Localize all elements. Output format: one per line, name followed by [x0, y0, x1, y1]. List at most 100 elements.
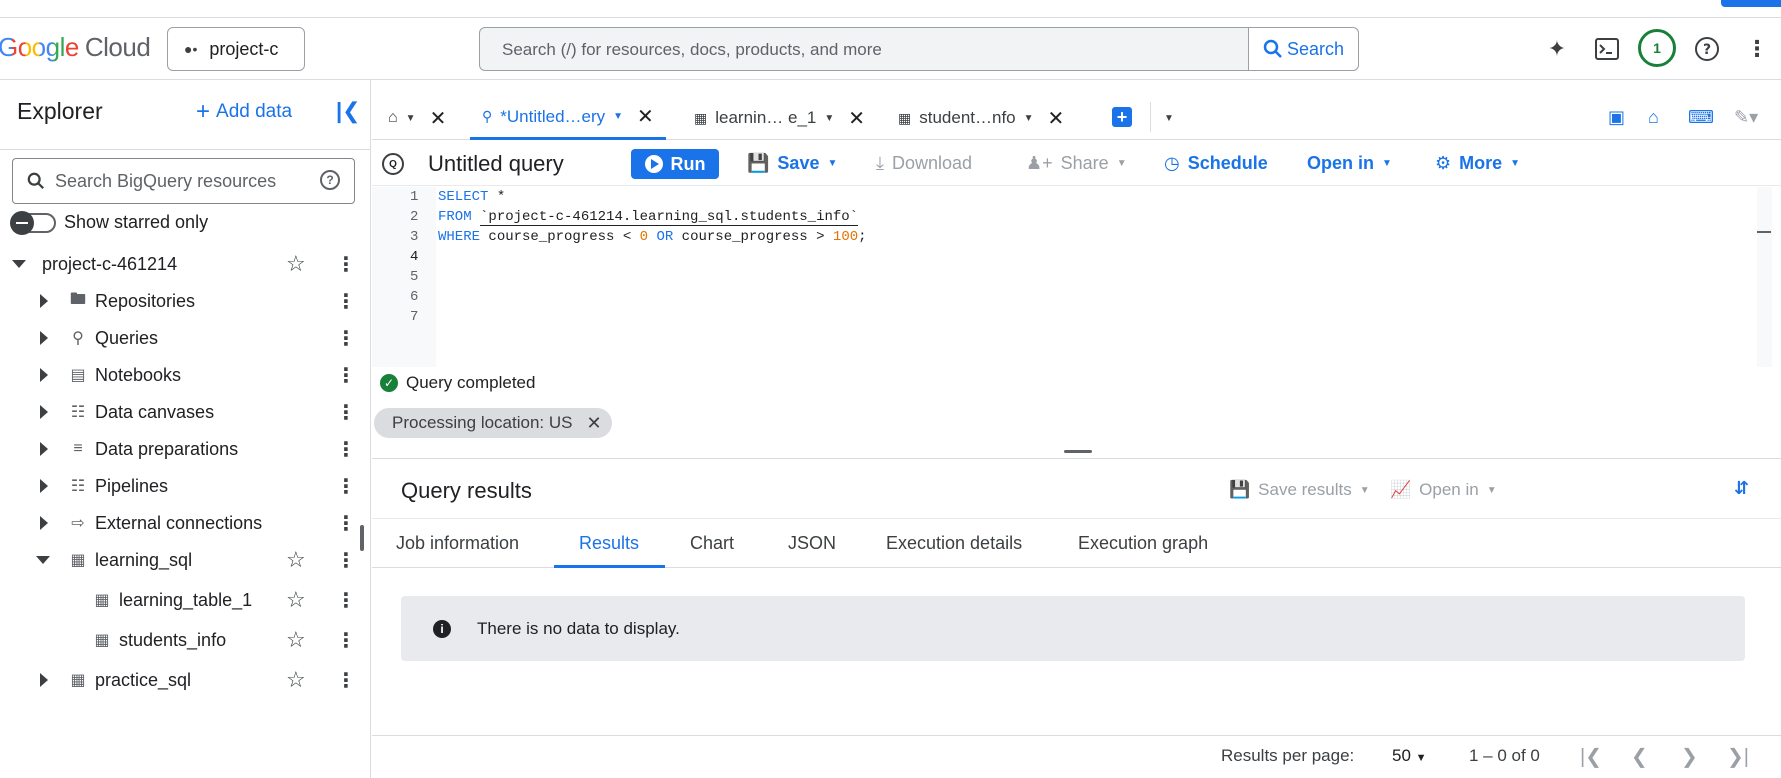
- edit-icon[interactable]: ✎▾: [1734, 107, 1758, 128]
- schedule-button[interactable]: ◷ Schedule: [1164, 153, 1268, 174]
- tree-item-students-info[interactable]: ▦ students_info ☆ ⋮: [0, 622, 371, 658]
- chevron-down-icon[interactable]: ▼: [613, 111, 623, 122]
- google-cloud-logo[interactable]: Google Cloud: [0, 32, 151, 63]
- more-button[interactable]: ⚙ More ▼: [1435, 153, 1520, 174]
- help-icon[interactable]: ?: [1690, 32, 1724, 66]
- share-button[interactable]: ♟+ Share ▼: [1026, 153, 1127, 174]
- tree-item-learning-table-1[interactable]: ▦ learning_table_1 ☆ ⋮: [0, 582, 371, 618]
- caret-down-icon[interactable]: [36, 556, 50, 564]
- explorer-search-input[interactable]: Search BigQuery resources ?: [12, 158, 355, 204]
- tab-chart[interactable]: Chart: [690, 533, 734, 554]
- close-icon[interactable]: ✕: [430, 106, 447, 131]
- chevron-down-icon[interactable]: ▼: [824, 113, 834, 124]
- star-icon[interactable]: ☆: [286, 667, 306, 693]
- results-per-page-select[interactable]: 50 ▼: [1392, 746, 1427, 766]
- more-vert-icon[interactable]: ⋮: [336, 252, 356, 277]
- download-button[interactable]: ⤓ Download: [876, 153, 972, 174]
- save-button[interactable]: 💾 Save ▼: [747, 153, 837, 174]
- tree-item-repositories[interactable]: 🖿 Repositories ⋮: [0, 283, 371, 319]
- run-button[interactable]: Run: [631, 149, 719, 179]
- tree-item-queries[interactable]: ⚲ Queries ⋮: [0, 320, 371, 356]
- star-icon[interactable]: ☆: [286, 587, 306, 613]
- add-data-button[interactable]: + Add data: [196, 98, 292, 126]
- editor-scrollbar[interactable]: [1757, 187, 1772, 367]
- show-starred-toggle-row[interactable]: Show starred only: [10, 210, 208, 235]
- chevron-down-icon[interactable]: ▼: [1164, 113, 1174, 124]
- first-page-icon[interactable]: |❮: [1580, 744, 1602, 769]
- caret-right-icon[interactable]: [40, 673, 48, 687]
- caret-right-icon[interactable]: [40, 405, 48, 419]
- more-vert-icon[interactable]: ⋮: [336, 363, 356, 388]
- project-selector[interactable]: ●• project-c: [167, 27, 305, 71]
- tab-job-information[interactable]: Job information: [396, 533, 519, 554]
- resize-handle[interactable]: [1064, 450, 1092, 453]
- close-icon[interactable]: ✕: [1048, 106, 1065, 131]
- tree-item-data-preparations[interactable]: ≡ Data preparations ⋮: [0, 431, 371, 467]
- top-accent-button[interactable]: [1721, 0, 1781, 7]
- more-vert-icon[interactable]: ⋮: [1740, 32, 1774, 66]
- caret-right-icon[interactable]: [40, 516, 48, 530]
- more-vert-icon[interactable]: ⋮: [336, 588, 356, 613]
- more-vert-icon[interactable]: ⋮: [336, 437, 356, 462]
- tab-learning-table[interactable]: ▦ learnin… e_1 ▼ ✕: [694, 96, 865, 140]
- code-line-2[interactable]: FROM `project-c-461214.learning_sql.stud…: [438, 209, 859, 226]
- query-title[interactable]: Untitled query: [428, 151, 564, 177]
- tab-execution-graph[interactable]: Execution graph: [1078, 533, 1208, 554]
- save-results-button[interactable]: 💾 Save results ▼: [1229, 480, 1370, 500]
- tab-json[interactable]: JSON: [788, 533, 836, 554]
- previous-page-icon[interactable]: ❮: [1631, 744, 1648, 769]
- tree-item-learning-sql[interactable]: ▦ learning_sql ☆ ⋮: [0, 542, 371, 578]
- notifications-badge[interactable]: 1: [1638, 29, 1676, 67]
- collapse-panel-icon[interactable]: |❮: [336, 98, 361, 124]
- more-vert-icon[interactable]: ⋮: [336, 668, 356, 693]
- more-vert-icon[interactable]: ⋮: [336, 289, 356, 314]
- star-icon[interactable]: ☆: [286, 251, 306, 277]
- search-button[interactable]: Search: [1248, 28, 1358, 70]
- more-vert-icon[interactable]: ⋮: [336, 400, 356, 425]
- show-starred-toggle[interactable]: [10, 210, 56, 235]
- close-icon[interactable]: ✕: [637, 104, 654, 129]
- gemini-icon[interactable]: ✦: [1540, 32, 1574, 66]
- tab-untitled-query[interactable]: ⚲ *Untitled…ery ▼ ✕: [470, 96, 666, 140]
- keyboard-icon[interactable]: ⌨: [1688, 107, 1714, 128]
- star-icon[interactable]: ☆: [286, 627, 306, 653]
- cloud-shell-icon[interactable]: [1590, 32, 1624, 66]
- tree-project[interactable]: project-c-461214 ☆ ⋮: [0, 246, 371, 282]
- tab-overflow-menu[interactable]: ▼: [1164, 96, 1174, 140]
- caret-right-icon[interactable]: [40, 479, 48, 493]
- star-icon[interactable]: ☆: [286, 547, 306, 573]
- sql-editor[interactable]: 1 2 3 4 5 6 7 SELECT * FROM `project-c-4…: [372, 187, 1772, 367]
- caret-right-icon[interactable]: [40, 368, 48, 382]
- new-tab-button[interactable]: +: [1112, 107, 1132, 127]
- monitor-icon[interactable]: ▣: [1608, 107, 1625, 128]
- tree-item-external-connections[interactable]: ⇨ External connections ⋮: [0, 505, 371, 541]
- open-in-button[interactable]: Open in ▼: [1307, 153, 1392, 174]
- tab-execution-details[interactable]: Execution details: [886, 533, 1022, 554]
- close-icon[interactable]: ✕: [848, 106, 865, 131]
- more-vert-icon[interactable]: ⋮: [336, 326, 356, 351]
- global-search-input[interactable]: Search (/) for resources, docs, products…: [502, 40, 882, 60]
- tree-item-data-canvases[interactable]: ☷ Data canvases ⋮: [0, 394, 371, 430]
- tree-item-practice-sql[interactable]: ▦ practice_sql ☆ ⋮: [0, 662, 371, 698]
- caret-right-icon[interactable]: [40, 294, 48, 308]
- close-icon[interactable]: ✕: [586, 413, 601, 434]
- chevron-down-icon[interactable]: ▼: [1024, 113, 1034, 124]
- expand-icon[interactable]: ⇵: [1734, 478, 1749, 499]
- more-vert-icon[interactable]: ⋮: [336, 511, 356, 536]
- caret-right-icon[interactable]: [40, 442, 48, 456]
- last-page-icon[interactable]: ❯|: [1727, 744, 1749, 769]
- tab-results[interactable]: Results: [579, 533, 639, 554]
- help-icon[interactable]: ?: [320, 170, 340, 190]
- caret-down-icon[interactable]: [12, 260, 26, 268]
- code-line-3[interactable]: WHERE course_progress < 0 OR course_prog…: [438, 229, 867, 245]
- tab-home[interactable]: ⌂ ▼ ✕: [388, 96, 446, 140]
- tab-students-info[interactable]: ▦ student…nfo ▼ ✕: [898, 96, 1064, 140]
- global-search[interactable]: Search (/) for resources, docs, products…: [479, 27, 1359, 71]
- more-vert-icon[interactable]: ⋮: [336, 548, 356, 573]
- sidebar-scrollbar[interactable]: [360, 525, 364, 551]
- more-vert-icon[interactable]: ⋮: [336, 628, 356, 653]
- tree-item-pipelines[interactable]: ☷ Pipelines ⋮: [0, 468, 371, 504]
- tree-item-notebooks[interactable]: ▤ Notebooks ⋮: [0, 357, 371, 393]
- chevron-down-icon[interactable]: ▼: [406, 113, 416, 124]
- table-reference[interactable]: `project-c-461214.learning_sql.students_…: [480, 209, 859, 226]
